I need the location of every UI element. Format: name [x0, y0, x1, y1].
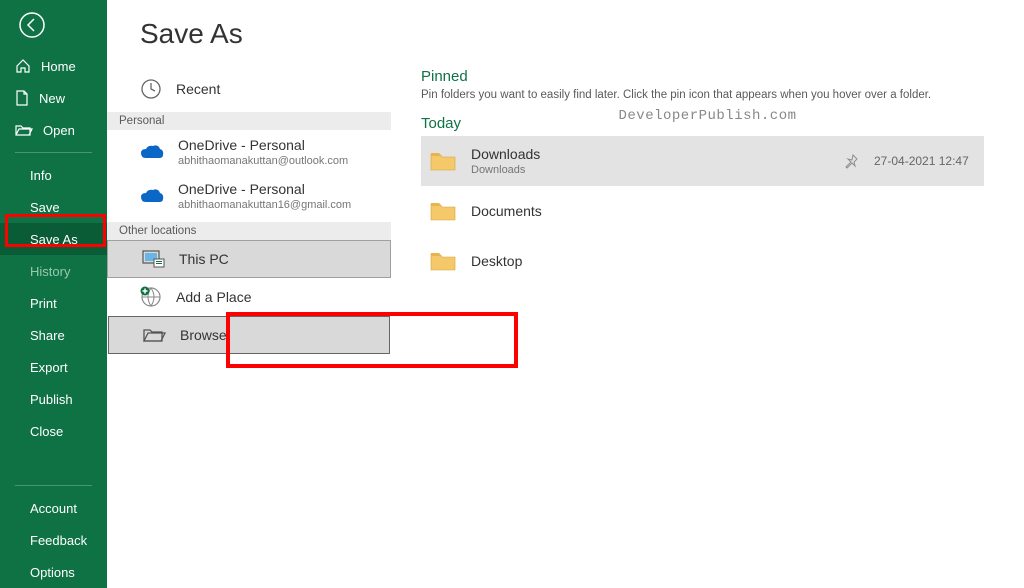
- today-title: Today: [421, 115, 984, 132]
- this-pc-icon: [141, 249, 165, 269]
- folder-icon: [429, 200, 457, 222]
- nav-account[interactable]: Account: [0, 492, 107, 524]
- onedrive-icon: [140, 144, 164, 160]
- nav-save-as[interactable]: Save As: [0, 223, 107, 255]
- pin-icon[interactable]: [844, 153, 860, 169]
- nav-label: Feedback: [30, 533, 87, 548]
- folder-downloads[interactable]: Downloads Downloads 27-04-2021 12:47: [421, 136, 984, 186]
- page-title: Save As: [107, 18, 391, 50]
- folder-path: Downloads: [471, 163, 830, 177]
- nav-print[interactable]: Print: [0, 287, 107, 319]
- nav-info[interactable]: Info: [0, 159, 107, 191]
- nav-label: Home: [41, 59, 76, 74]
- nav-publish[interactable]: Publish: [0, 383, 107, 415]
- nav-label: Save: [30, 200, 60, 215]
- nav-label: New: [39, 91, 65, 106]
- location-label: OneDrive - Personal: [178, 180, 351, 198]
- folder-name: Documents: [471, 202, 984, 220]
- nav-label: Close: [30, 424, 63, 439]
- nav-label: Account: [30, 501, 77, 516]
- nav-share[interactable]: Share: [0, 319, 107, 351]
- new-file-icon: [15, 90, 29, 106]
- nav-options[interactable]: Options: [0, 556, 107, 588]
- back-button[interactable]: [15, 8, 49, 42]
- nav-label: Share: [30, 328, 65, 343]
- nav-label: Open: [43, 123, 75, 138]
- add-place-icon: [140, 286, 162, 308]
- folders-column: Pinned Pin folders you want to easily fi…: [391, 0, 1024, 588]
- nav-label: Save As: [30, 232, 78, 247]
- nav-label: Export: [30, 360, 68, 375]
- location-label: Browse: [180, 327, 227, 343]
- nav-label: History: [30, 264, 70, 279]
- location-label: This PC: [179, 251, 229, 267]
- pinned-hint: Pin folders you want to easily find late…: [421, 89, 984, 101]
- folder-name: Downloads: [471, 145, 830, 163]
- location-recent[interactable]: Recent: [107, 70, 391, 108]
- back-arrow-icon: [19, 12, 45, 38]
- main-panel: Save As Recent Personal OneDrive - Perso…: [107, 0, 1024, 588]
- nav-label: Publish: [30, 392, 73, 407]
- nav-save[interactable]: Save: [0, 191, 107, 223]
- nav-export[interactable]: Export: [0, 351, 107, 383]
- locations-column: Save As Recent Personal OneDrive - Perso…: [107, 0, 391, 588]
- folder-documents[interactable]: Documents: [421, 186, 984, 236]
- location-label: OneDrive - Personal: [178, 136, 348, 154]
- divider: [15, 485, 92, 486]
- nav-close[interactable]: Close: [0, 415, 107, 447]
- home-icon: [15, 58, 31, 74]
- section-header-other: Other locations: [107, 222, 391, 240]
- folder-icon: [429, 150, 457, 172]
- folder-date: 27-04-2021 12:47: [874, 154, 984, 168]
- nav-home[interactable]: Home: [0, 50, 107, 82]
- folder-icon: [429, 250, 457, 272]
- location-label: Recent: [176, 81, 220, 97]
- folder-desktop[interactable]: Desktop: [421, 236, 984, 286]
- folder-name: Desktop: [471, 252, 984, 270]
- nav-new[interactable]: New: [0, 82, 107, 114]
- open-folder-icon: [15, 123, 33, 137]
- nav-history: History: [0, 255, 107, 287]
- pinned-title: Pinned: [421, 68, 984, 85]
- location-add-place[interactable]: Add a Place: [107, 278, 391, 316]
- browse-folder-icon: [142, 326, 166, 344]
- onedrive-icon: [140, 188, 164, 204]
- backstage-sidebar: Home New Open Info Save Save As History …: [0, 0, 107, 588]
- location-email: abhithaomanakuttan16@gmail.com: [178, 198, 351, 212]
- nav-open[interactable]: Open: [0, 114, 107, 146]
- divider: [15, 152, 92, 153]
- section-header-personal: Personal: [107, 112, 391, 130]
- clock-icon: [140, 78, 162, 100]
- nav-feedback[interactable]: Feedback: [0, 524, 107, 556]
- nav-label: Info: [30, 168, 52, 183]
- nav-label: Options: [30, 565, 75, 580]
- location-label: Add a Place: [176, 289, 252, 305]
- location-onedrive-2[interactable]: OneDrive - Personal abhithaomanakuttan16…: [107, 174, 391, 218]
- location-email: abhithaomanakuttan@outlook.com: [178, 154, 348, 168]
- location-browse[interactable]: Browse: [108, 316, 390, 354]
- location-onedrive-1[interactable]: OneDrive - Personal abhithaomanakuttan@o…: [107, 130, 391, 174]
- location-this-pc[interactable]: This PC: [107, 240, 391, 278]
- nav-label: Print: [30, 296, 57, 311]
